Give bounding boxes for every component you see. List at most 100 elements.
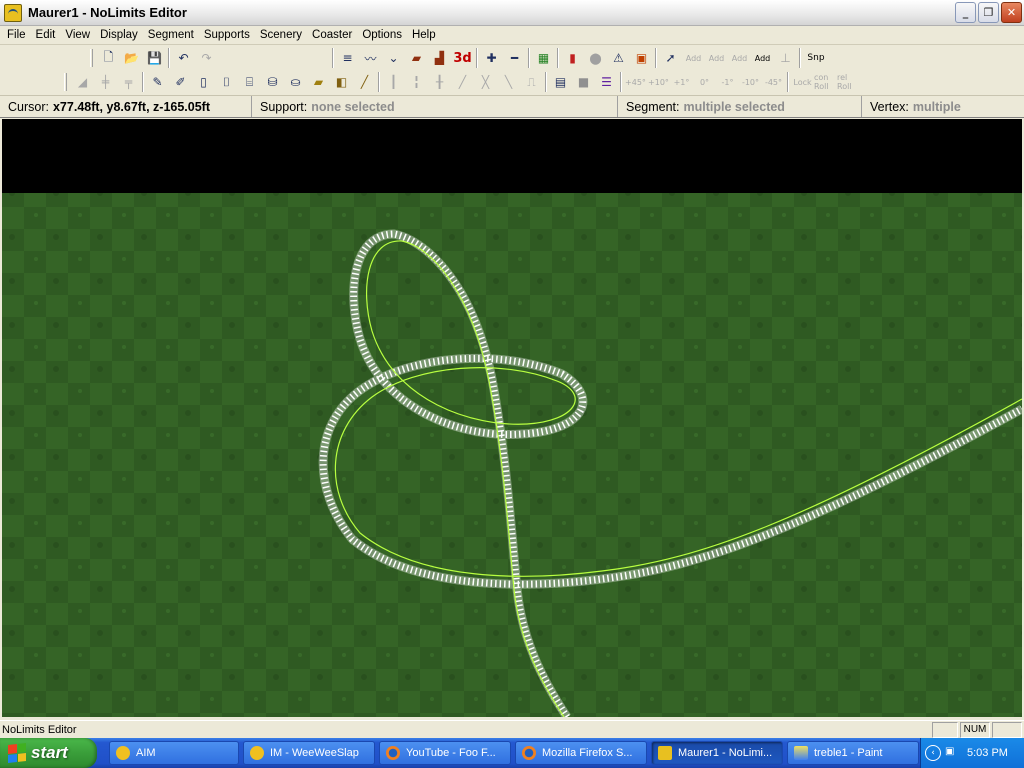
cursor-label: Cursor: bbox=[8, 99, 49, 114]
snap-button[interactable]: Snp bbox=[803, 47, 829, 69]
task-youtube[interactable]: YouTube - Foo F... bbox=[379, 741, 511, 765]
tool-shape-icon-3[interactable]: ╤ bbox=[117, 71, 140, 93]
add-vertex-icon[interactable]: ✚ bbox=[480, 47, 503, 69]
connector-icon-6[interactable]: ╲ bbox=[497, 71, 520, 93]
cylinder-icon-2[interactable]: ⌸ bbox=[238, 71, 261, 93]
menu-file[interactable]: File bbox=[2, 27, 31, 44]
gray-square-icon[interactable]: ■ bbox=[572, 71, 595, 93]
connector-icon-5[interactable]: ╳ bbox=[474, 71, 497, 93]
connector-icon-1[interactable]: ┃ bbox=[382, 71, 405, 93]
connector-icon-7[interactable]: ⎍ bbox=[520, 71, 543, 93]
rotate-plus45-button[interactable]: +45° bbox=[624, 71, 647, 93]
connector-icon-4[interactable]: ╱ bbox=[451, 71, 474, 93]
plate-icon[interactable]: ▰ bbox=[307, 71, 330, 93]
task-label: treble1 - Paint bbox=[814, 747, 883, 759]
task-im-weeweeslap[interactable]: IM - WeeWeeSlap bbox=[243, 741, 375, 765]
connector-icon-3[interactable]: ╂ bbox=[428, 71, 451, 93]
3d-viewport[interactable] bbox=[2, 119, 1022, 717]
maximize-button[interactable]: ❐ bbox=[978, 2, 999, 23]
align-icon[interactable]: ☰ bbox=[595, 71, 618, 93]
add-support-icon-4[interactable]: Add bbox=[751, 47, 774, 69]
view-3d-button[interactable]: 3d bbox=[451, 47, 474, 69]
tool-shape-icon-2[interactable]: ╪ bbox=[94, 71, 117, 93]
toolbar-grip[interactable] bbox=[90, 49, 93, 67]
cylinder-icon-4[interactable]: ⛀ bbox=[284, 71, 307, 93]
select-pointer-icon[interactable]: ➚ bbox=[659, 47, 682, 69]
start-label: start bbox=[31, 743, 68, 762]
menu-view[interactable]: View bbox=[60, 27, 95, 44]
open-folder-icon[interactable]: 📂 bbox=[120, 47, 143, 69]
menu-scenery[interactable]: Scenery bbox=[255, 27, 307, 44]
new-file-icon[interactable]: 🗋 bbox=[97, 47, 120, 69]
grid-window-icon[interactable]: ▤ bbox=[549, 71, 572, 93]
rotate-minus1-button[interactable]: -1° bbox=[716, 71, 739, 93]
scene-canvas[interactable] bbox=[2, 119, 1022, 717]
toolbar-grip-2[interactable] bbox=[64, 73, 67, 91]
cylinder-icon-3[interactable]: ⛁ bbox=[261, 71, 284, 93]
task-nolimits[interactable]: Maurer1 - NoLimi... bbox=[651, 741, 783, 765]
menu-supports[interactable]: Supports bbox=[199, 27, 255, 44]
remove-vertex-icon[interactable]: ━ bbox=[503, 47, 526, 69]
app-window: Maurer1 - NoLimits Editor _ ❐ ✕ File Edi… bbox=[0, 0, 1024, 768]
menu-display[interactable]: Display bbox=[95, 27, 143, 44]
connector-icon-2[interactable]: ╏ bbox=[405, 71, 428, 93]
lock-roll-button[interactable]: Lock bbox=[791, 71, 814, 93]
coaster-train-icon[interactable]: ▟ bbox=[428, 47, 451, 69]
rotate-zero-button[interactable]: 0° bbox=[693, 71, 716, 93]
con-roll-button[interactable]: con Roll bbox=[814, 71, 837, 93]
nolimits-app-icon[interactable] bbox=[4, 3, 22, 22]
add-support-icon-2[interactable]: Add bbox=[705, 47, 728, 69]
add-support-icon-1[interactable]: Add bbox=[682, 47, 705, 69]
support-tower-icon[interactable]: ⚠ bbox=[607, 47, 630, 69]
footer-icon[interactable]: ⊥ bbox=[774, 47, 797, 69]
rel-roll-button[interactable]: rel Roll bbox=[837, 71, 860, 93]
track-valley-icon[interactable]: ⌄ bbox=[382, 47, 405, 69]
traffic-light-icon[interactable]: ▮ bbox=[561, 47, 584, 69]
save-icon[interactable]: 💾 bbox=[143, 47, 166, 69]
rotate-minus10-button[interactable]: -10° bbox=[739, 71, 762, 93]
aim-icon bbox=[250, 746, 264, 760]
num-lock-indicator: NUM bbox=[960, 721, 990, 738]
tool-shape-icon-1[interactable]: ◢ bbox=[71, 71, 94, 93]
track-vertical-icon[interactable]: ≡ bbox=[336, 47, 359, 69]
rotate-plus10-button[interactable]: +10° bbox=[647, 71, 670, 93]
ruler-icon[interactable]: ╱ bbox=[353, 71, 376, 93]
rotate-minus45-button[interactable]: -45° bbox=[762, 71, 785, 93]
minimize-button[interactable]: _ bbox=[955, 2, 976, 23]
pencil-icon[interactable]: ✎ bbox=[146, 71, 169, 93]
clock[interactable]: 5:03 PM bbox=[967, 747, 1008, 759]
vertex-value: multiple bbox=[912, 99, 961, 114]
stop-icon[interactable]: ⬤ bbox=[584, 47, 607, 69]
menu-coaster[interactable]: Coaster bbox=[307, 27, 357, 44]
add-support-icon-3[interactable]: Add bbox=[728, 47, 751, 69]
terrain-icon[interactable]: ▦ bbox=[532, 47, 555, 69]
track-wave-icon[interactable]: 〰 bbox=[359, 47, 382, 69]
menu-edit[interactable]: Edit bbox=[31, 27, 61, 44]
task-paint[interactable]: treble1 - Paint bbox=[787, 741, 919, 765]
title-bar[interactable]: Maurer1 - NoLimits Editor _ ❐ ✕ bbox=[0, 0, 1024, 26]
network-icon[interactable]: ▣ bbox=[945, 746, 959, 760]
support-value: none selected bbox=[311, 99, 395, 114]
double-pencil-icon[interactable]: ✐ bbox=[169, 71, 192, 93]
sky bbox=[2, 119, 1022, 193]
block-icon[interactable]: ◧ bbox=[330, 71, 353, 93]
system-tray: ‹ ▣ 5:03 PM bbox=[920, 738, 1024, 768]
task-mozilla-firefox[interactable]: Mozilla Firefox S... bbox=[515, 741, 647, 765]
brake-icon[interactable]: ▣ bbox=[630, 47, 653, 69]
start-button[interactable]: start bbox=[0, 738, 97, 768]
beam-icon[interactable]: ▯ bbox=[192, 71, 215, 93]
rotate-plus1-button[interactable]: +1° bbox=[670, 71, 693, 93]
undo-icon[interactable]: ↶ bbox=[172, 47, 195, 69]
menu-bar: File Edit View Display Segment Supports … bbox=[0, 26, 1024, 45]
station-icon[interactable]: ▰ bbox=[405, 47, 428, 69]
task-aim[interactable]: AIM bbox=[109, 741, 239, 765]
menu-segment[interactable]: Segment bbox=[143, 27, 199, 44]
chevron-left-icon[interactable]: ‹ bbox=[925, 745, 941, 761]
cursor-info: Cursor: x77.48ft, y8.67ft, z-165.05ft bbox=[0, 96, 252, 117]
task-label: IM - WeeWeeSlap bbox=[270, 747, 359, 759]
cylinder-icon-1[interactable]: ⌷ bbox=[215, 71, 238, 93]
menu-help[interactable]: Help bbox=[407, 27, 441, 44]
close-button[interactable]: ✕ bbox=[1001, 2, 1022, 23]
menu-options[interactable]: Options bbox=[357, 27, 407, 44]
redo-icon[interactable]: ↷ bbox=[195, 47, 218, 69]
